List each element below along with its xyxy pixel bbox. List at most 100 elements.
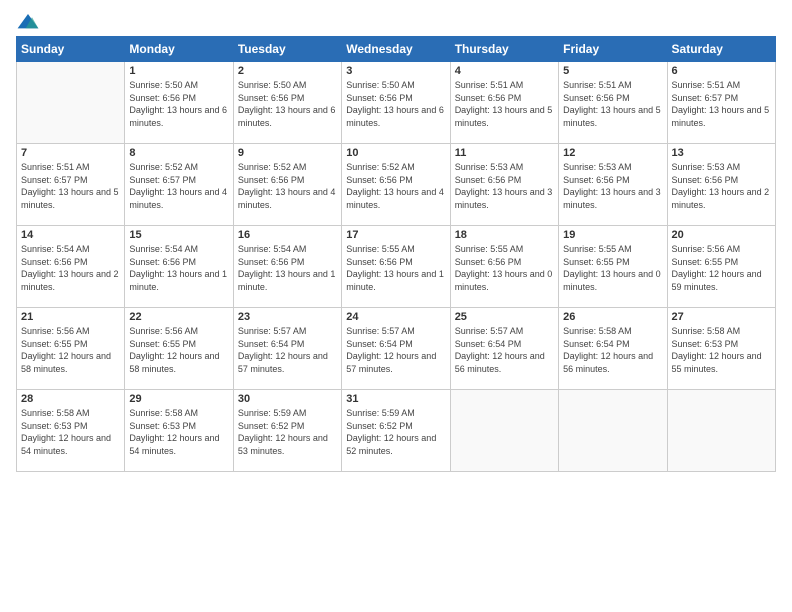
week-row-1: 1 Sunrise: 5:50 AMSunset: 6:56 PMDaylight…	[17, 62, 776, 144]
day-info-20: Sunrise: 5:56 AMSunset: 6:55 PMDaylight:…	[672, 243, 771, 293]
day-info-10: Sunrise: 5:52 AMSunset: 6:56 PMDaylight:…	[346, 161, 445, 211]
day-number-21: 21	[21, 311, 120, 323]
day-info-19: Sunrise: 5:55 AMSunset: 6:55 PMDaylight:…	[563, 243, 662, 293]
day-cell-1-2: 1 Sunrise: 5:50 AMSunset: 6:56 PMDaylight…	[125, 62, 233, 144]
day-number-5: 5	[563, 65, 662, 77]
day-cell-3-5: 18Sunrise: 5:55 AMSunset: 6:56 PMDayligh…	[450, 226, 558, 308]
day-cell-1-6: 5 Sunrise: 5:51 AMSunset: 6:56 PMDaylight…	[559, 62, 667, 144]
weekday-header-row: Sunday Monday Tuesday Wednesday Thursday…	[17, 37, 776, 62]
day-info-28: Sunrise: 5:58 AMSunset: 6:53 PMDaylight:…	[21, 407, 120, 457]
day-cell-3-2: 15 Sunrise: 5:54 AMSunset: 6:56 PMDayligh…	[125, 226, 233, 308]
day-cell-2-1: 7 Sunrise: 5:51 AMSunset: 6:57 PMDaylight…	[17, 144, 125, 226]
day-info-8: Sunrise: 5:52 AMSunset: 6:57 PMDaylight:…	[129, 161, 228, 211]
day-number-11: 11	[455, 147, 554, 159]
day-cell-2-7: 13 Sunrise: 5:53 AMSunset: 6:56 PMDayligh…	[667, 144, 775, 226]
day-cell-4-4: 24 Sunrise: 5:57 AMSunset: 6:54 PMDayligh…	[342, 308, 450, 390]
day-cell-5-4: 31Sunrise: 5:59 AMSunset: 6:52 PMDayligh…	[342, 390, 450, 472]
day-info-7: Sunrise: 5:51 AMSunset: 6:57 PMDaylight:…	[21, 161, 120, 211]
day-number-19: 19	[563, 229, 662, 241]
day-number-12: 12	[563, 147, 662, 159]
day-info-23: Sunrise: 5:57 AMSunset: 6:54 PMDaylight:…	[238, 325, 337, 375]
day-info-18: Sunrise: 5:55 AMSunset: 6:56 PMDaylight:…	[455, 243, 554, 293]
day-cell-5-1: 28 Sunrise: 5:58 AMSunset: 6:53 PMDayligh…	[17, 390, 125, 472]
header-thursday: Thursday	[450, 37, 558, 62]
week-row-2: 7 Sunrise: 5:51 AMSunset: 6:57 PMDaylight…	[17, 144, 776, 226]
day-cell-5-3: 30 Sunrise: 5:59 AMSunset: 6:52 PMDayligh…	[233, 390, 341, 472]
day-cell-3-1: 14 Sunrise: 5:54 AMSunset: 6:56 PMDayligh…	[17, 226, 125, 308]
day-cell-4-6: 26 Sunrise: 5:58 AMSunset: 6:54 PMDayligh…	[559, 308, 667, 390]
day-cell-5-2: 29 Sunrise: 5:58 AMSunset: 6:53 PMDayligh…	[125, 390, 233, 472]
day-number-1: 1	[129, 65, 228, 77]
day-info-21: Sunrise: 5:56 AMSunset: 6:55 PMDaylight:…	[21, 325, 120, 375]
day-info-26: Sunrise: 5:58 AMSunset: 6:54 PMDaylight:…	[563, 325, 662, 375]
logo-icon	[16, 12, 40, 32]
day-cell-4-1: 21 Sunrise: 5:56 AMSunset: 6:55 PMDayligh…	[17, 308, 125, 390]
day-number-3: 3	[346, 65, 445, 77]
calendar-table: Sunday Monday Tuesday Wednesday Thursday…	[16, 36, 776, 472]
day-cell-3-6: 19 Sunrise: 5:55 AMSunset: 6:55 PMDayligh…	[559, 226, 667, 308]
day-number-17: 17	[346, 229, 445, 241]
day-info-13: Sunrise: 5:53 AMSunset: 6:56 PMDaylight:…	[672, 161, 771, 211]
header-sunday: Sunday	[17, 37, 125, 62]
day-info-5: Sunrise: 5:51 AMSunset: 6:56 PMDaylight:…	[563, 79, 662, 129]
header-monday: Monday	[125, 37, 233, 62]
day-cell-2-3: 9Sunrise: 5:52 AMSunset: 6:56 PMDaylight…	[233, 144, 341, 226]
day-cell-4-3: 23 Sunrise: 5:57 AMSunset: 6:54 PMDayligh…	[233, 308, 341, 390]
day-number-30: 30	[238, 393, 337, 405]
day-cell-5-5	[450, 390, 558, 472]
day-info-30: Sunrise: 5:59 AMSunset: 6:52 PMDaylight:…	[238, 407, 337, 457]
day-number-10: 10	[346, 147, 445, 159]
day-info-4: Sunrise: 5:51 AMSunset: 6:56 PMDaylight:…	[455, 79, 554, 129]
day-cell-5-6	[559, 390, 667, 472]
day-cell-5-7	[667, 390, 775, 472]
week-row-5: 28 Sunrise: 5:58 AMSunset: 6:53 PMDayligh…	[17, 390, 776, 472]
day-info-3: Sunrise: 5:50 AMSunset: 6:56 PMDaylight:…	[346, 79, 445, 129]
day-info-15: Sunrise: 5:54 AMSunset: 6:56 PMDaylight:…	[129, 243, 228, 293]
day-info-11: Sunrise: 5:53 AMSunset: 6:56 PMDaylight:…	[455, 161, 554, 211]
header-tuesday: Tuesday	[233, 37, 341, 62]
day-number-25: 25	[455, 311, 554, 323]
day-number-9: 9	[238, 147, 337, 159]
day-info-6: Sunrise: 5:51 AMSunset: 6:57 PMDaylight:…	[672, 79, 771, 129]
day-info-16: Sunrise: 5:54 AMSunset: 6:56 PMDaylight:…	[238, 243, 337, 293]
day-cell-3-4: 17 Sunrise: 5:55 AMSunset: 6:56 PMDayligh…	[342, 226, 450, 308]
day-info-24: Sunrise: 5:57 AMSunset: 6:54 PMDaylight:…	[346, 325, 445, 375]
day-cell-2-4: 10 Sunrise: 5:52 AMSunset: 6:56 PMDayligh…	[342, 144, 450, 226]
day-number-8: 8	[129, 147, 228, 159]
header-wednesday: Wednesday	[342, 37, 450, 62]
day-number-28: 28	[21, 393, 120, 405]
day-info-17: Sunrise: 5:55 AMSunset: 6:56 PMDaylight:…	[346, 243, 445, 293]
header-friday: Friday	[559, 37, 667, 62]
day-info-27: Sunrise: 5:58 AMSunset: 6:53 PMDaylight:…	[672, 325, 771, 375]
day-info-25: Sunrise: 5:57 AMSunset: 6:54 PMDaylight:…	[455, 325, 554, 375]
day-number-26: 26	[563, 311, 662, 323]
day-cell-2-2: 8 Sunrise: 5:52 AMSunset: 6:57 PMDaylight…	[125, 144, 233, 226]
day-cell-4-5: 25 Sunrise: 5:57 AMSunset: 6:54 PMDayligh…	[450, 308, 558, 390]
day-number-15: 15	[129, 229, 228, 241]
logo	[16, 12, 44, 32]
day-number-31: 31	[346, 393, 445, 405]
day-number-23: 23	[238, 311, 337, 323]
day-number-4: 4	[455, 65, 554, 77]
day-cell-1-7: 6Sunrise: 5:51 AMSunset: 6:57 PMDaylight…	[667, 62, 775, 144]
day-number-7: 7	[21, 147, 120, 159]
day-info-1: Sunrise: 5:50 AMSunset: 6:56 PMDaylight:…	[129, 79, 228, 129]
header-saturday: Saturday	[667, 37, 775, 62]
day-number-24: 24	[346, 311, 445, 323]
week-row-4: 21 Sunrise: 5:56 AMSunset: 6:55 PMDayligh…	[17, 308, 776, 390]
day-number-27: 27	[672, 311, 771, 323]
day-cell-4-7: 27 Sunrise: 5:58 AMSunset: 6:53 PMDayligh…	[667, 308, 775, 390]
day-info-14: Sunrise: 5:54 AMSunset: 6:56 PMDaylight:…	[21, 243, 120, 293]
day-number-14: 14	[21, 229, 120, 241]
day-number-22: 22	[129, 311, 228, 323]
day-cell-1-5: 4 Sunrise: 5:51 AMSunset: 6:56 PMDaylight…	[450, 62, 558, 144]
week-row-3: 14 Sunrise: 5:54 AMSunset: 6:56 PMDayligh…	[17, 226, 776, 308]
day-cell-1-4: 3 Sunrise: 5:50 AMSunset: 6:56 PMDaylight…	[342, 62, 450, 144]
day-cell-1-1	[17, 62, 125, 144]
day-number-13: 13	[672, 147, 771, 159]
day-info-12: Sunrise: 5:53 AMSunset: 6:56 PMDaylight:…	[563, 161, 662, 211]
day-cell-2-6: 12 Sunrise: 5:53 AMSunset: 6:56 PMDayligh…	[559, 144, 667, 226]
day-cell-2-5: 11 Sunrise: 5:53 AMSunset: 6:56 PMDayligh…	[450, 144, 558, 226]
day-info-29: Sunrise: 5:58 AMSunset: 6:53 PMDaylight:…	[129, 407, 228, 457]
day-number-29: 29	[129, 393, 228, 405]
